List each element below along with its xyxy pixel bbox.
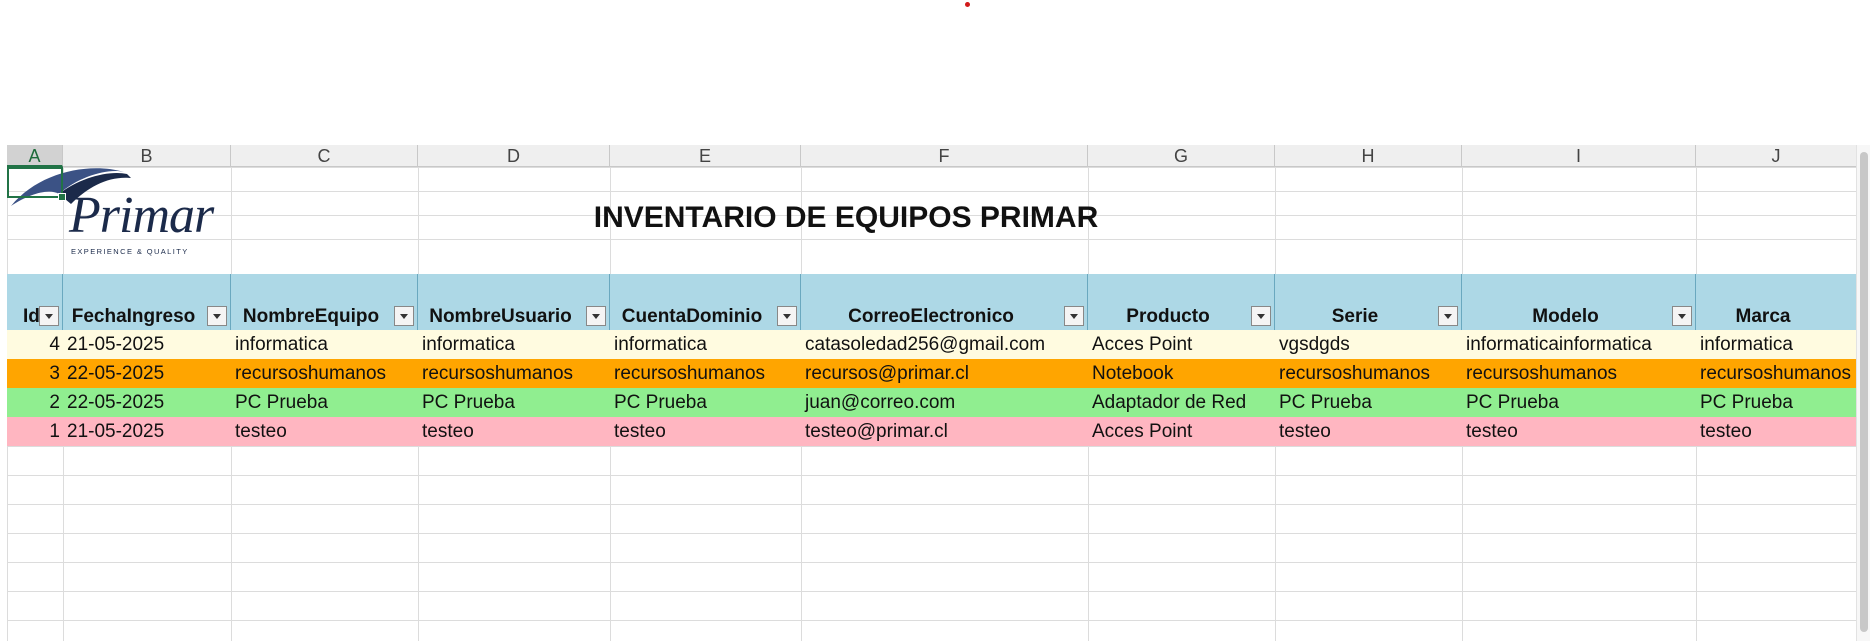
header-cell-producto[interactable]: Producto xyxy=(1088,274,1275,330)
table-cell-cuentadominio[interactable]: PC Prueba xyxy=(610,388,801,417)
header-label: FechaIngreso xyxy=(71,306,196,327)
gridline-horizontal xyxy=(7,504,1857,505)
header-cell-id[interactable]: Id xyxy=(7,274,63,330)
gridline-horizontal xyxy=(7,167,1857,168)
filter-dropdown-icon[interactable] xyxy=(1672,306,1692,326)
table-cell-fechaingreso[interactable]: 22-05-2025 xyxy=(63,359,231,388)
red-dot-marker xyxy=(965,2,970,7)
column-header-c[interactable]: C xyxy=(231,145,418,167)
header-cell-fechaingreso[interactable]: FechaIngreso xyxy=(63,274,231,330)
column-header-g[interactable]: G xyxy=(1088,145,1275,167)
header-cell-modelo[interactable]: Modelo xyxy=(1462,274,1696,330)
table-cell-correoelectronico[interactable]: testeo@primar.cl xyxy=(801,417,1088,446)
table-row[interactable]: 3 22-05-2025 recursoshumanos recursoshumano… xyxy=(7,359,1857,388)
header-label: NombreEquipo xyxy=(242,306,380,327)
table-cell-fechaingreso[interactable]: 21-05-2025 xyxy=(63,417,231,446)
column-header-d[interactable]: D xyxy=(418,145,610,167)
filter-dropdown-icon[interactable] xyxy=(207,306,227,326)
fill-handle[interactable] xyxy=(58,193,66,201)
table-cell-modelo[interactable]: testeo xyxy=(1462,417,1696,446)
table-cell-nombreequipo[interactable]: testeo xyxy=(231,417,418,446)
header-label: Serie xyxy=(1331,306,1379,327)
column-header-f[interactable]: F xyxy=(801,145,1088,167)
gridline-horizontal xyxy=(7,591,1857,592)
filter-dropdown-icon[interactable] xyxy=(1251,306,1271,326)
header-cell-nombreusuario[interactable]: NombreUsuario xyxy=(418,274,610,330)
table-cell-serie[interactable]: testeo xyxy=(1275,417,1462,446)
table-cell-producto[interactable]: Adaptador de Red xyxy=(1088,388,1275,417)
table-cell-nombreusuario[interactable]: testeo xyxy=(418,417,610,446)
column-header-j[interactable]: J xyxy=(1696,145,1857,167)
filter-dropdown-icon[interactable] xyxy=(777,306,797,326)
sheet-title: INVENTARIO DE EQUIPOS PRIMAR xyxy=(593,201,1099,234)
column-header-i[interactable]: I xyxy=(1462,145,1696,167)
table-cell-correoelectronico[interactable]: juan@correo.com xyxy=(801,388,1088,417)
table-cell-fechaingreso[interactable]: 22-05-2025 xyxy=(63,388,231,417)
header-label: Producto xyxy=(1126,306,1210,327)
table-cell-marca[interactable]: PC Prueba xyxy=(1696,388,1857,417)
logo-tagline: EXPERIENCE & QUALITY xyxy=(71,247,189,256)
table-cell-fechaingreso[interactable]: 21-05-2025 xyxy=(63,330,231,359)
table-row[interactable]: 1 21-05-2025 testeo testeo testeo testeo@prim… xyxy=(7,417,1857,446)
column-header-e[interactable]: E xyxy=(610,145,801,167)
table-cell-nombreusuario[interactable]: PC Prueba xyxy=(418,388,610,417)
table-cell-id[interactable]: 4 xyxy=(7,330,63,359)
selected-cell-a1[interactable] xyxy=(7,167,63,198)
gridline-horizontal xyxy=(7,239,1857,240)
header-cell-serie[interactable]: Serie xyxy=(1275,274,1462,330)
table-cell-producto[interactable]: Acces Point xyxy=(1088,330,1275,359)
table-cell-nombreequipo[interactable]: recursoshumanos xyxy=(231,359,418,388)
scroll-thumb[interactable] xyxy=(1860,152,1868,632)
table-cell-producto[interactable]: Notebook xyxy=(1088,359,1275,388)
header-label: Modelo xyxy=(1532,306,1599,327)
filter-dropdown-icon[interactable] xyxy=(586,306,606,326)
gridline-horizontal xyxy=(7,533,1857,534)
table-row[interactable]: 2 22-05-2025 PC Prueba PC Prueba PC Prueba ju… xyxy=(7,388,1857,417)
gridline-horizontal xyxy=(7,620,1857,621)
header-cell-cuentadominio[interactable]: CuentaDominio xyxy=(610,274,801,330)
table-cell-serie[interactable]: vgsdgds xyxy=(1275,330,1462,359)
header-cell-marca[interactable]: Marca xyxy=(1696,274,1857,330)
filter-dropdown-icon[interactable] xyxy=(39,306,59,326)
filter-dropdown-icon[interactable] xyxy=(1064,306,1084,326)
gridline-horizontal xyxy=(7,475,1857,476)
header-cell-correoelectronico[interactable]: CorreoElectronico xyxy=(801,274,1088,330)
table-cell-nombreusuario[interactable]: informatica xyxy=(418,330,610,359)
header-label: CuentaDominio xyxy=(621,306,763,327)
table-cell-serie[interactable]: recursoshumanos xyxy=(1275,359,1462,388)
table-cell-nombreequipo[interactable]: informatica xyxy=(231,330,418,359)
table-cell-producto[interactable]: Acces Point xyxy=(1088,417,1275,446)
table-cell-cuentadominio[interactable]: recursoshumanos xyxy=(610,359,801,388)
column-header-h[interactable]: H xyxy=(1275,145,1462,167)
gridline-horizontal xyxy=(7,446,1857,447)
table-cell-modelo[interactable]: recursoshumanos xyxy=(1462,359,1696,388)
spreadsheet-grid[interactable]: ABCDEFGHIJ Primar EXPERIENCE & QUALITY I… xyxy=(0,145,1870,641)
table-cell-modelo[interactable]: PC Prueba xyxy=(1462,388,1696,417)
logo-wordmark: Primar xyxy=(69,187,214,244)
filter-dropdown-icon[interactable] xyxy=(394,306,414,326)
table-cell-correoelectronico[interactable]: recursos@primar.cl xyxy=(801,359,1088,388)
filter-dropdown-icon[interactable] xyxy=(1438,306,1458,326)
header-label: NombreUsuario xyxy=(429,306,572,327)
header-cell-nombreequipo[interactable]: NombreEquipo xyxy=(231,274,418,330)
table-cell-cuentadominio[interactable]: informatica xyxy=(610,330,801,359)
gridline-horizontal xyxy=(7,191,1857,192)
table-cell-correoelectronico[interactable]: catasoledad256@gmail.com xyxy=(801,330,1088,359)
table-cell-id[interactable]: 1 xyxy=(7,417,63,446)
table-cell-marca[interactable]: recursoshumanos xyxy=(1696,359,1857,388)
table-cell-id[interactable]: 3 xyxy=(7,359,63,388)
header-label: CorreoElectronico xyxy=(848,306,1014,327)
header-label: Marca xyxy=(1735,306,1791,327)
table-cell-serie[interactable]: PC Prueba xyxy=(1275,388,1462,417)
gridline-horizontal xyxy=(7,562,1857,563)
table-cell-modelo[interactable]: informaticainformatica xyxy=(1462,330,1696,359)
table-cell-id[interactable]: 2 xyxy=(7,388,63,417)
table-cell-nombreequipo[interactable]: PC Prueba xyxy=(231,388,418,417)
table-cell-marca[interactable]: informatica xyxy=(1696,330,1857,359)
table-cell-nombreusuario[interactable]: recursoshumanos xyxy=(418,359,610,388)
table-row[interactable]: 4 21-05-2025 informatica informatica informa… xyxy=(7,330,1857,359)
table-cell-cuentadominio[interactable]: testeo xyxy=(610,417,801,446)
table-cell-marca[interactable]: testeo xyxy=(1696,417,1857,446)
